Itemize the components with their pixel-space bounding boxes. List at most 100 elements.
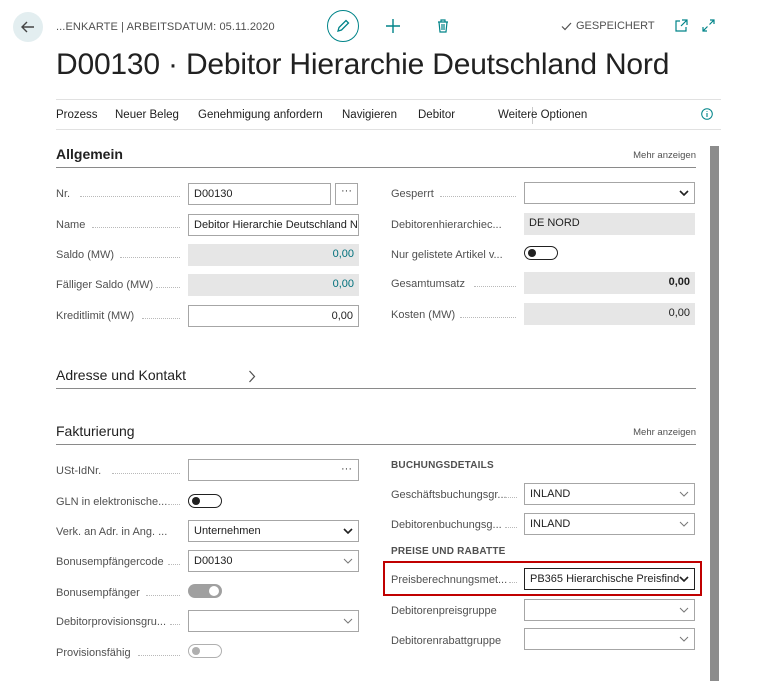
show-more-allgemein[interactable]: Mehr anzeigen [633,150,696,161]
label-leader [505,527,517,528]
back-button[interactable] [13,12,43,42]
debitorenrabattgruppe-input[interactable] [524,628,695,650]
chevron-down-icon [679,607,689,613]
pencil-icon [337,19,350,32]
label-kreditlimit: Kreditlimit (MW) [56,310,135,322]
gln-toggle[interactable] [188,494,222,508]
label-debitorenpreisgruppe: Debitorenpreisgruppe [391,605,497,617]
chevron-down-icon [343,558,353,564]
label-ust-idnr: USt-IdNr. [56,465,102,477]
chevron-down-icon [679,636,689,642]
label-leader [112,473,180,474]
provisionsfaehig-toggle [188,644,222,658]
toggle-knob [192,646,200,655]
toggle-knob [192,496,200,505]
debitorprovisionsgruppe-input[interactable] [188,610,359,632]
label-debitorenrabattgruppe: Debitorenrabattgruppe [391,635,502,647]
section-fakturierung-header[interactable]: Fakturierung Mehr anzeigen [56,423,696,445]
action-prozess[interactable]: Prozess [56,109,98,121]
debitorenhierarchie-value: DE NORD [524,213,695,235]
show-more-fakturierung[interactable]: Mehr anzeigen [633,427,696,438]
label-gesamtumsatz: Gesamtumsatz [391,278,465,290]
ust-idnr-input[interactable] [188,459,359,481]
nr-lookup-button[interactable]: ··· [335,183,358,205]
debitorenbuchungsgruppe-input[interactable]: INLAND [524,513,695,535]
edit-button[interactable] [327,10,359,42]
label-leader [142,318,180,319]
save-status: GESPEICHERT [561,20,655,32]
label-bonusempfaengercode: Bonusempfängercode [56,556,164,568]
gesperrt-select[interactable] [524,182,695,204]
label-verk-an-adr: Verk. an Adr. in Ang. ... [56,526,168,538]
faelliger-saldo-link[interactable]: 0,00 [333,278,354,290]
open-new-window-icon [675,19,688,32]
label-leader [170,624,180,625]
geschaeftsbuchungsgruppe-input[interactable]: INLAND [524,483,695,505]
label-geschaeftsbuchungsgruppe: Geschäftsbuchungsgr... [391,489,507,501]
nur-gelistete-artikel-toggle[interactable] [524,246,558,260]
toggle-knob [209,586,219,596]
action-genehmigung-anfordern[interactable]: Genehmigung anfordern [198,109,323,121]
verk-an-adr-select[interactable]: Unternehmen [188,520,359,542]
label-debitorenhierarchie: Debitorenhierarchiec... [391,219,502,231]
chevron-right-icon [249,370,256,383]
chevron-down-icon [343,618,353,624]
label-gesperrt: Gesperrt [391,188,434,200]
chevron-down-icon [679,491,689,497]
label-saldo: Saldo (MW) [56,249,115,261]
label-kosten: Kosten (MW) [391,309,456,321]
toggle-knob [528,248,536,257]
label-leader [474,286,516,287]
checkmark-icon [561,22,572,30]
trash-icon [438,19,448,33]
section-allgemein-header[interactable]: Allgemein Mehr anzeigen [56,146,696,168]
label-leader [440,196,516,197]
section-adresse-title: Adresse und Kontakt [56,367,186,383]
expand-button[interactable] [702,19,715,37]
page-title: D00130 · Debitor Hierarchie Deutschland … [56,48,670,81]
plus-icon [386,19,400,33]
label-leader [168,564,180,565]
label-provisionsfaehig: Provisionsfähig [56,647,131,659]
section-allgemein-title: Allgemein [56,146,123,162]
label-gln: GLN in elektronische... [56,496,168,508]
section-adresse-header[interactable]: Adresse und Kontakt [56,367,696,389]
label-nur-gelistete-artikel: Nur gelistete Artikel v... [391,249,503,261]
arrow-left-icon [21,21,34,33]
label-leader [460,317,516,318]
action-neuer-beleg[interactable]: Neuer Beleg [115,109,179,121]
label-debitorprovisionsgruppe: Debitorprovisionsgru... [56,616,167,628]
bonusempfaengercode-input[interactable]: D00130 [188,550,359,572]
label-leader [146,595,180,596]
section-fakturierung-title: Fakturierung [56,423,135,439]
action-debitor[interactable]: Debitor [418,109,455,121]
debitorenpreisgruppe-input[interactable] [524,599,695,621]
open-new-window-button[interactable] [675,19,688,37]
label-leader [156,287,180,288]
vertical-scrollbar[interactable] [710,146,719,681]
info-icon [701,108,713,120]
label-leader [138,655,180,656]
saldo-link[interactable]: 0,00 [333,248,354,260]
gesamtumsatz-value: 0,00 [524,272,695,294]
label-name: Name [56,219,86,231]
label-bonusempfaenger: Bonusempfänger [56,587,140,599]
faelliger-saldo-value[interactable]: 0,00 [188,274,359,296]
info-button[interactable] [701,107,713,125]
name-input[interactable]: Debitor Hierarchie Deutschland N [188,214,359,236]
chevron-down-icon [343,528,353,534]
kreditlimit-input[interactable]: 0,00 [188,305,359,327]
ust-idnr-lookup-button[interactable]: ··· [341,463,352,475]
action-navigieren[interactable]: Navigieren [342,109,397,121]
nr-input[interactable]: D00130 [188,183,331,205]
preise-und-rabatte-heading: PREISE UND RABATTE [391,546,506,557]
highlight-frame [383,561,702,596]
buchungsdetails-heading: BUCHUNGSDETAILS [391,460,494,471]
label-leader [120,257,180,258]
bonusempfaenger-toggle [188,584,222,598]
new-button[interactable] [384,17,402,35]
action-weitere-optionen[interactable]: Weitere Optionen [498,109,587,121]
delete-button[interactable] [434,17,452,35]
breadcrumb: ...ENKARTE | ARBEITSDATUM: 05.11.2020 [56,21,275,33]
saldo-value[interactable]: 0,00 [188,244,359,266]
